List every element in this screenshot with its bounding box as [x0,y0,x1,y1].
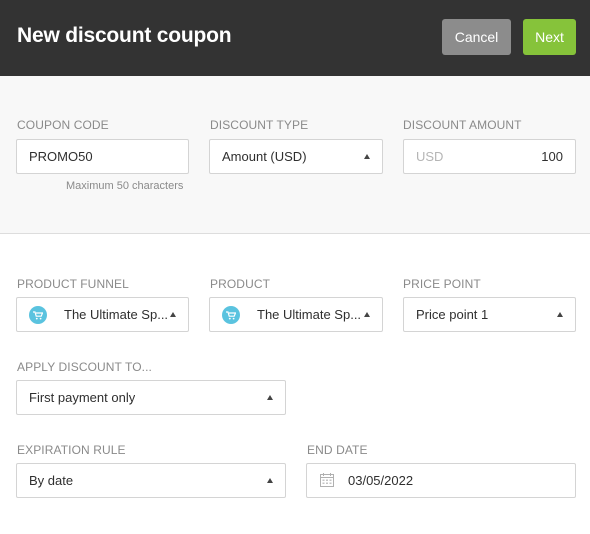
dropdown-arrow-icon [267,395,273,400]
end-date-label: END DATE [307,443,368,457]
cancel-button[interactable]: Cancel [442,19,511,55]
page-header: New discount coupon Cancel Next [0,0,590,76]
currency-prefix: USD [416,149,444,164]
coupon-code-value: PROMO50 [29,149,93,164]
shopping-cart-icon [222,306,240,324]
page-title: New discount coupon [17,24,232,47]
apply-discount-value: First payment only [29,390,136,405]
price-point-label: PRICE POINT [403,277,481,291]
discount-type-select[interactable]: Amount (USD) [209,139,383,174]
discount-amount-label: DISCOUNT AMOUNT [403,118,522,132]
dropdown-arrow-icon [364,154,370,159]
product-funnel-value: The Ultimate Sp... [64,307,169,322]
price-point-select[interactable]: Price point 1 [403,297,576,332]
end-date-input[interactable]: 03/05/2022 [306,463,576,498]
apply-discount-label: APPLY DISCOUNT TO... [17,360,152,374]
dropdown-arrow-icon [170,312,176,317]
shopping-cart-icon [29,306,47,324]
product-funnel-label: PRODUCT FUNNEL [17,277,129,291]
discount-amount-value: 100 [541,149,563,164]
expiration-rule-select[interactable]: By date [16,463,286,498]
end-date-value: 03/05/2022 [348,473,414,488]
product-value: The Ultimate Sp... [257,307,362,322]
discount-type-value: Amount (USD) [222,149,307,164]
next-button[interactable]: Next [523,19,576,55]
calendar-icon [319,472,335,491]
discount-type-label: DISCOUNT TYPE [210,118,309,132]
discount-amount-input[interactable]: USD 100 [403,139,576,174]
coupon-code-label: COUPON CODE [17,118,109,132]
dropdown-arrow-icon [267,478,273,483]
product-funnel-select[interactable]: The Ultimate Sp... [16,297,189,332]
apply-discount-select[interactable]: First payment only [16,380,286,415]
price-point-value: Price point 1 [416,307,489,322]
expiration-rule-label: EXPIRATION RULE [17,443,126,457]
dropdown-arrow-icon [364,312,370,317]
coupon-code-hint: Maximum 50 characters [66,180,184,192]
product-select[interactable]: The Ultimate Sp... [209,297,383,332]
dropdown-arrow-icon [557,312,563,317]
expiration-rule-value: By date [29,473,74,488]
coupon-code-input[interactable]: PROMO50 [16,139,189,174]
product-label: PRODUCT [210,277,271,291]
